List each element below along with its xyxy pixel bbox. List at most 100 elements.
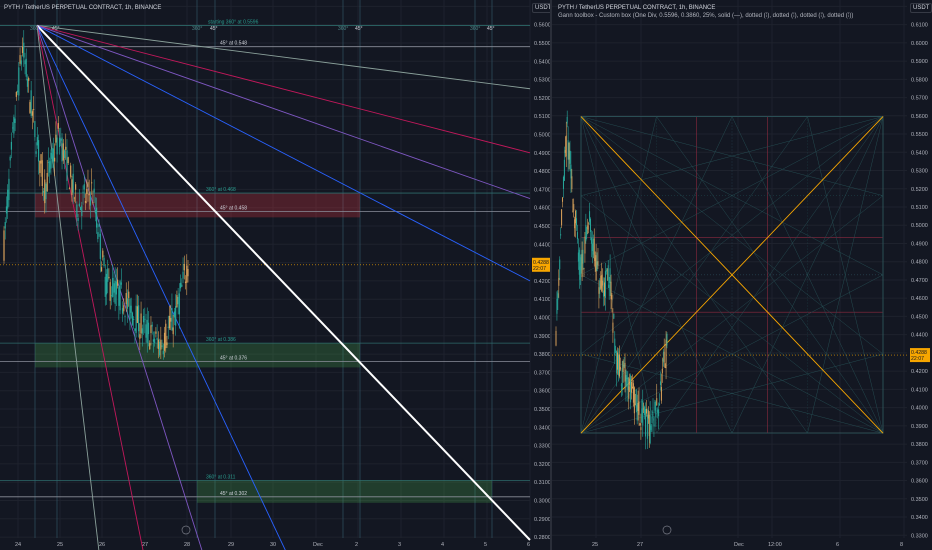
candle-body bbox=[93, 188, 95, 193]
price-axis-label: 0.5500 bbox=[534, 41, 550, 47]
candle-body bbox=[600, 275, 602, 289]
price-axis-label: 0.3800 bbox=[911, 442, 928, 448]
time-axis-label: 5 bbox=[484, 542, 487, 548]
candle-body bbox=[66, 150, 68, 182]
candle-body bbox=[655, 407, 657, 418]
candle-body bbox=[57, 123, 59, 129]
right-chart-pane[interactable]: 0.62000.61000.60000.59000.58000.57000.56… bbox=[552, 0, 932, 550]
candle-body bbox=[653, 416, 655, 427]
candle-body bbox=[163, 332, 166, 351]
candle-body bbox=[146, 319, 148, 343]
candle-body bbox=[104, 276, 106, 297]
candle-body bbox=[564, 150, 566, 154]
candle-body bbox=[595, 255, 597, 281]
candle-body bbox=[656, 398, 658, 406]
candle-body bbox=[130, 305, 132, 313]
candle-body bbox=[571, 176, 573, 189]
event-marker-icon bbox=[662, 525, 672, 535]
price-axis-label: 0.5000 bbox=[534, 133, 550, 139]
gann-level-label: 360° at 0.468 bbox=[206, 187, 236, 193]
left-chart-pane[interactable]: 0.57000.56000.55000.54000.53000.52000.51… bbox=[0, 0, 550, 550]
countdown-value: 22:07 bbox=[911, 356, 924, 362]
candle-body bbox=[170, 317, 172, 322]
candle-body bbox=[133, 319, 135, 320]
candle-body bbox=[562, 176, 564, 189]
candle-body bbox=[37, 140, 40, 162]
candle-body bbox=[49, 161, 51, 173]
candle-body bbox=[624, 362, 626, 382]
candle-body bbox=[105, 273, 108, 295]
candle-body bbox=[23, 42, 25, 58]
candle-body bbox=[30, 90, 32, 116]
candle-body bbox=[62, 143, 64, 161]
price-axis-label: 0.4600 bbox=[911, 296, 928, 302]
red-zone bbox=[35, 193, 360, 218]
candle-body bbox=[76, 204, 78, 218]
candle-body bbox=[645, 409, 647, 437]
candle-body bbox=[55, 134, 57, 143]
time-axis-label: 29 bbox=[228, 542, 234, 548]
gann-indicator-label[interactable]: Gann toolbox - Custom box (One Div, 0.55… bbox=[558, 12, 853, 20]
candle-body bbox=[636, 404, 638, 421]
candle-body bbox=[621, 368, 623, 391]
candle-body bbox=[597, 261, 599, 266]
candle-body bbox=[187, 268, 189, 277]
candle-body bbox=[579, 266, 581, 280]
candle-body bbox=[73, 197, 75, 199]
time-axis-label: Dec bbox=[313, 542, 323, 548]
price-axis-label: 0.3100 bbox=[534, 480, 550, 486]
right-currency-label[interactable]: USDT bbox=[910, 3, 932, 13]
candle-body bbox=[89, 196, 92, 206]
candle-body bbox=[619, 367, 621, 370]
candle-body bbox=[13, 116, 15, 134]
price-axis-label: 0.6000 bbox=[911, 41, 928, 47]
gann-time-label: 45° bbox=[210, 26, 218, 32]
candle-body bbox=[115, 281, 117, 295]
price-axis-label: 0.4000 bbox=[911, 406, 928, 412]
price-axis-label: 0.3900 bbox=[534, 334, 550, 340]
candle-body bbox=[578, 249, 580, 275]
time-axis-label: 25 bbox=[592, 542, 598, 548]
candle-body bbox=[177, 296, 179, 305]
candle-body bbox=[36, 137, 38, 146]
time-axis-label: 30 bbox=[270, 542, 276, 548]
candle-body bbox=[40, 154, 42, 164]
gann-time-label: 45° bbox=[487, 26, 495, 32]
time-axis-label: 27 bbox=[142, 542, 148, 548]
price-axis-label: 0.4400 bbox=[534, 242, 550, 248]
candle-body bbox=[118, 287, 120, 306]
candle-body bbox=[167, 326, 169, 328]
candle-body bbox=[94, 209, 96, 214]
candle-body bbox=[645, 408, 647, 414]
candle-body bbox=[639, 423, 641, 425]
candle-body bbox=[659, 381, 661, 386]
candle-body bbox=[121, 308, 124, 314]
candle-body bbox=[154, 338, 156, 344]
candle-body bbox=[109, 282, 111, 301]
candle-body bbox=[150, 325, 152, 333]
candle-body bbox=[14, 118, 16, 123]
candle-body bbox=[114, 280, 116, 304]
candle-body bbox=[584, 236, 586, 254]
candle-body bbox=[86, 189, 88, 195]
candle-body bbox=[56, 137, 58, 155]
time-axis-label: 28 bbox=[184, 542, 190, 548]
candle-body bbox=[601, 274, 603, 292]
candle-body bbox=[599, 280, 601, 291]
candle-body bbox=[631, 386, 633, 389]
candle-body bbox=[650, 425, 652, 430]
candle-body bbox=[18, 67, 20, 96]
left-currency-label[interactable]: USDT bbox=[532, 3, 550, 13]
price-axis-label: 0.5900 bbox=[911, 59, 928, 65]
candle-body bbox=[614, 338, 616, 356]
price-axis-label: 0.3700 bbox=[534, 370, 550, 376]
candle-body bbox=[103, 257, 105, 266]
candle-body bbox=[129, 298, 131, 320]
left-chart-canvas[interactable]: 0.57000.56000.55000.54000.53000.52000.51… bbox=[0, 0, 550, 550]
candle-body bbox=[642, 400, 644, 426]
candle-body bbox=[617, 352, 619, 370]
candle-body bbox=[98, 224, 100, 227]
gann-fan-line bbox=[36, 25, 100, 550]
right-chart-canvas[interactable]: 0.62000.61000.60000.59000.58000.57000.56… bbox=[552, 0, 932, 550]
candle-body bbox=[559, 259, 561, 270]
